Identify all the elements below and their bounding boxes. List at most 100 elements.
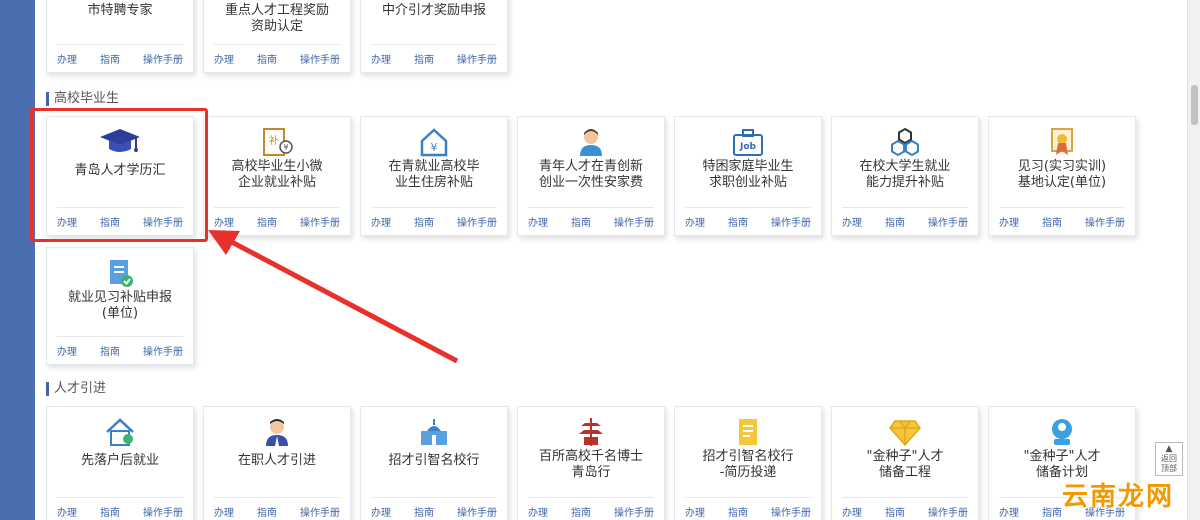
- svg-text:Job: Job: [739, 142, 757, 152]
- handle-link[interactable]: 办理: [528, 504, 548, 519]
- handle-link[interactable]: 办理: [685, 214, 705, 229]
- card-title: 就业见习补贴申报 (单位): [67, 290, 172, 321]
- handle-link[interactable]: 办理: [57, 343, 77, 358]
- service-card[interactable]: ¥ 在青就业高校毕 业生住房补贴 办理 指南 操作手册: [360, 116, 508, 236]
- manual-link[interactable]: 操作手册: [457, 51, 497, 66]
- manual-link[interactable]: 操作手册: [300, 214, 340, 229]
- subsidy-document-icon: 补 ¥: [204, 125, 350, 159]
- guide-link[interactable]: 指南: [414, 214, 434, 229]
- guide-link[interactable]: 指南: [885, 214, 905, 229]
- handle-link[interactable]: 办理: [999, 504, 1019, 519]
- manual-link[interactable]: 操作手册: [928, 214, 968, 229]
- service-card[interactable]: 市特聘专家 办理 指南 操作手册: [46, 0, 194, 73]
- card-title: 招才引智名校行 -简历投递: [702, 449, 794, 480]
- card-title: 高校毕业生小微 企业就业补贴: [231, 159, 323, 190]
- svg-text:¥: ¥: [283, 143, 288, 152]
- guide-link[interactable]: 指南: [728, 504, 748, 519]
- hexagon-network-icon: [832, 125, 978, 159]
- manual-link[interactable]: 操作手册: [457, 214, 497, 229]
- manual-link[interactable]: 操作手册: [143, 51, 183, 66]
- diamond-icon: [832, 415, 978, 449]
- handle-link[interactable]: 办理: [371, 504, 391, 519]
- clipboard-person-icon: [989, 415, 1135, 449]
- card-actions: 办理 指南 操作手册: [214, 497, 340, 519]
- guide-link[interactable]: 指南: [100, 504, 120, 519]
- card-title: 青年人才在青创新 创业一次性安家费: [538, 159, 643, 190]
- card-actions: 办理 指南 操作手册: [371, 207, 497, 229]
- service-card[interactable]: 就业见习补贴申报 (单位) 办理 指南 操作手册: [46, 247, 194, 365]
- professional-icon: [204, 415, 350, 449]
- service-card[interactable]: 补 ¥ 高校毕业生小微 企业就业补贴 办理 指南 操作手册: [203, 116, 351, 236]
- service-card[interactable]: 招才引智名校行 -简历投递 办理 指南 操作手册: [674, 406, 822, 520]
- manual-link[interactable]: 操作手册: [771, 504, 811, 519]
- service-card[interactable]: 青年人才在青创新 创业一次性安家费 办理 指南 操作手册: [517, 116, 665, 236]
- handle-link[interactable]: 办理: [214, 504, 234, 519]
- card-actions: 办理 指南 操作手册: [528, 497, 654, 519]
- manual-link[interactable]: 操作手册: [457, 504, 497, 519]
- handle-link[interactable]: 办理: [214, 51, 234, 66]
- job-briefcase-icon: Job: [675, 125, 821, 159]
- guide-link[interactable]: 指南: [571, 214, 591, 229]
- service-card[interactable]: 在职人才引进 办理 指南 操作手册: [203, 406, 351, 520]
- handle-link[interactable]: 办理: [528, 214, 548, 229]
- handle-link[interactable]: 办理: [371, 214, 391, 229]
- service-card[interactable]: 百所高校千名博士 青岛行 办理 指南 操作手册: [517, 406, 665, 520]
- arrow-up-icon: ▲: [1165, 444, 1173, 454]
- handle-link[interactable]: 办理: [214, 214, 234, 229]
- manual-link[interactable]: 操作手册: [300, 51, 340, 66]
- guide-link[interactable]: 指南: [885, 504, 905, 519]
- service-card[interactable]: 招才引智名校行 办理 指南 操作手册: [360, 406, 508, 520]
- guide-link[interactable]: 指南: [100, 343, 120, 358]
- house-badge-icon: [47, 415, 193, 449]
- handle-link[interactable]: 办理: [685, 504, 705, 519]
- manual-link[interactable]: 操作手册: [300, 504, 340, 519]
- service-card[interactable]: 重点人才工程奖励 资助认定 办理 指南 操作手册: [203, 0, 351, 73]
- handle-link[interactable]: 办理: [57, 504, 77, 519]
- guide-link[interactable]: 指南: [257, 214, 277, 229]
- manual-link[interactable]: 操作手册: [928, 504, 968, 519]
- guide-link[interactable]: 指南: [571, 504, 591, 519]
- service-card[interactable]: Job 特困家庭毕业生 求职创业补贴 办理 指南 操作手册: [674, 116, 822, 236]
- manual-link[interactable]: 操作手册: [143, 504, 183, 519]
- card-actions: 办理 指南 操作手册: [214, 44, 340, 66]
- back-to-top-button[interactable]: ▲ 返回 顶部: [1155, 442, 1183, 476]
- service-card[interactable]: 中介引才奖励申报 办理 指南 操作手册: [360, 0, 508, 73]
- card-actions: 办理 指南 操作手册: [371, 497, 497, 519]
- svg-text:¥: ¥: [431, 141, 438, 154]
- guide-link[interactable]: 指南: [257, 51, 277, 66]
- section-title-colleges: 高校毕业生: [46, 92, 119, 106]
- form-check-icon: [47, 256, 193, 290]
- guide-link[interactable]: 指南: [1042, 214, 1062, 229]
- card-actions: 办理 指南 操作手册: [528, 207, 654, 229]
- svg-text:补: 补: [269, 134, 279, 147]
- vertical-scrollbar[interactable]: [1187, 0, 1200, 520]
- service-card[interactable]: 见习(实习实训) 基地认定(单位) 办理 指南 操作手册: [988, 116, 1136, 236]
- manual-link[interactable]: 操作手册: [614, 504, 654, 519]
- manual-link[interactable]: 操作手册: [614, 214, 654, 229]
- card-actions: 办理 指南 操作手册: [842, 207, 968, 229]
- handle-link[interactable]: 办理: [57, 51, 77, 66]
- card-actions: 办理 指南 操作手册: [214, 207, 340, 229]
- certificate-icon: [989, 125, 1135, 159]
- service-card[interactable]: "金种子"人才 储备工程 办理 指南 操作手册: [831, 406, 979, 520]
- site-watermark: 云南龙网: [1062, 482, 1175, 512]
- service-card[interactable]: 先落户后就业 办理 指南 操作手册: [46, 406, 194, 520]
- handle-link[interactable]: 办理: [842, 504, 862, 519]
- house-yuan-icon: ¥: [361, 125, 507, 159]
- guide-link[interactable]: 指南: [100, 51, 120, 66]
- manual-link[interactable]: 操作手册: [1085, 214, 1125, 229]
- guide-link[interactable]: 指南: [1042, 504, 1062, 519]
- guide-link[interactable]: 指南: [728, 214, 748, 229]
- guide-link[interactable]: 指南: [414, 504, 434, 519]
- card-title: 中介引才奖励申报: [381, 3, 486, 18]
- handle-link[interactable]: 办理: [371, 51, 391, 66]
- manual-link[interactable]: 操作手册: [771, 214, 811, 229]
- scrollbar-thumb[interactable]: [1191, 85, 1198, 125]
- guide-link[interactable]: 指南: [414, 51, 434, 66]
- service-card[interactable]: 在校大学生就业 能力提升补贴 办理 指南 操作手册: [831, 116, 979, 236]
- card-title: 特困家庭毕业生 求职创业补贴: [702, 159, 794, 190]
- handle-link[interactable]: 办理: [842, 214, 862, 229]
- handle-link[interactable]: 办理: [999, 214, 1019, 229]
- guide-link[interactable]: 指南: [257, 504, 277, 519]
- manual-link[interactable]: 操作手册: [143, 343, 183, 358]
